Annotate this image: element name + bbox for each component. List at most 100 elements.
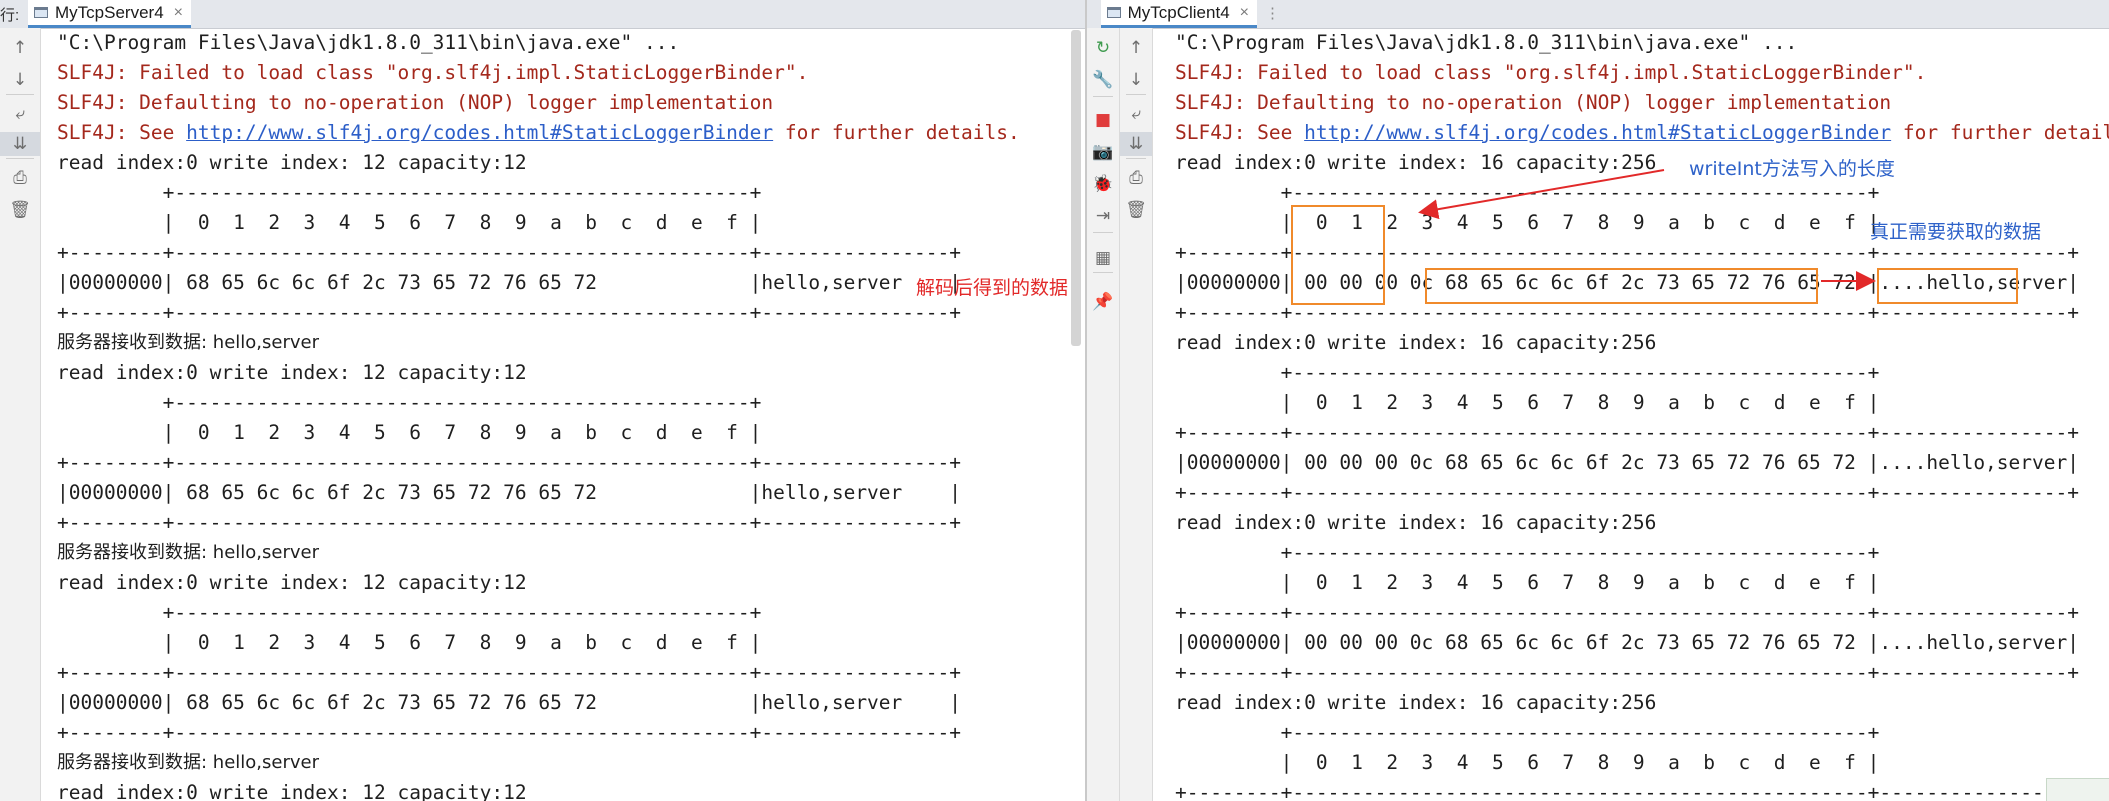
layout-icon[interactable]: ▦ [1087, 246, 1119, 270]
console-line: +---------------------------------------… [57, 181, 762, 204]
console-line: |00000000| 68 65 6c 6c 6f 2c 73 65 72 76… [57, 481, 961, 504]
console-line-text: for further details. [773, 121, 1020, 144]
console-line: read index:0 write index: 16 capacity:25… [1175, 331, 1657, 354]
console-line: 服务器接收到数据: hello,server [57, 332, 319, 353]
console-line: read index:0 write index: 12 capacity:12 [57, 781, 527, 801]
close-icon[interactable]: × [174, 4, 183, 22]
console-line: +--------+------------------------------… [1175, 421, 2079, 444]
console-line: |00000000| 00 00 00 0c 68 65 6c 6c 6f 2c… [1175, 451, 2079, 474]
print-icon[interactable]: ⎙ [0, 166, 40, 190]
console-line: SLF4J: Failed to load class "org.slf4j.i… [57, 61, 809, 84]
console-line: +--------+------------------------------… [57, 241, 961, 264]
tab-my-tcp-server4[interactable]: MyTcpServer4 × [28, 0, 191, 28]
console-line: | 0 1 2 3 4 5 6 7 8 9 a b c d e f | [57, 631, 762, 654]
close-icon[interactable]: × [1240, 4, 1249, 22]
scroll-to-end-icon[interactable]: ⇊ [0, 132, 40, 156]
console-line: SLF4J: See http://www.slf4j.org/codes.ht… [57, 118, 1020, 148]
console-line: | 0 1 2 3 4 5 6 7 8 9 a b c d e f | [1175, 571, 1880, 594]
pin-icon[interactable]: 📌 [1087, 290, 1119, 314]
console-line: "C:\Program Files\Java\jdk1.8.0_311\bin\… [1175, 31, 1798, 54]
toolbar-separator [1093, 232, 1113, 233]
console-line: SLF4J: Defaulting to no-operation (NOP) … [1175, 91, 1892, 114]
arrow-down-icon[interactable]: ↓ [1120, 68, 1152, 92]
print-icon[interactable]: ⎙ [1120, 166, 1152, 190]
console-line: +--------+------------------------------… [57, 451, 961, 474]
trash-icon[interactable]: 🗑 [1120, 198, 1152, 222]
console-line: +--------+------------------------------… [57, 301, 961, 324]
rerun-icon[interactable]: ↻ [1087, 36, 1119, 60]
console-line: +--------+------------------------------… [1175, 781, 2079, 801]
arrow-down-icon[interactable]: ↓ [0, 68, 40, 92]
console-line: +---------------------------------------… [1175, 181, 1880, 204]
payload-ascii-highlight-box [1877, 268, 2018, 304]
console-line: 服务器接收到数据: hello,server [57, 752, 319, 773]
console-line: read index:0 write index: 16 capacity:25… [1175, 691, 1657, 714]
console-line: |00000000| 00 00 00 0c 68 65 6c 6c 6f 2c… [1175, 631, 2079, 654]
left-console-toolbar: ↑ ↓ ⤶ ⇊ ⎙ 🗑 [0, 28, 41, 801]
console-line: +---------------------------------------… [57, 601, 762, 624]
console-line: | 0 1 2 3 4 5 6 7 8 9 a b c d e f | [57, 211, 762, 234]
console-line: +--------+------------------------------… [1175, 661, 2079, 684]
slf4j-link[interactable]: http://www.slf4j.org/codes.html#StaticLo… [186, 121, 773, 144]
left-tab-bar: 行: MyTcpServer4 × [0, 0, 1085, 29]
camera-icon[interactable]: 📷 [1087, 140, 1119, 164]
toolbar-separator [1093, 96, 1113, 97]
toolbar-separator [1126, 94, 1146, 95]
console-line: | 0 1 2 3 4 5 6 7 8 9 a b c d e f | [1175, 751, 1880, 774]
console-line: read index:0 write index: 16 capacity:25… [1175, 511, 1657, 534]
console-line: | 0 1 2 3 4 5 6 7 8 9 a b c d e f | [57, 421, 762, 444]
console-line: +---------------------------------------… [1175, 541, 1880, 564]
console-line: | 0 1 2 3 4 5 6 7 8 9 a b c d e f | [1175, 391, 1880, 414]
tab-title: MyTcpClient4 [1127, 2, 1230, 22]
soft-wrap-icon[interactable]: ⤶ [0, 102, 40, 126]
server-console-pane: 行: MyTcpServer4 × ↑ ↓ ⤶ ⇊ ⎙ 🗑 "C:\Program Fil… [0, 0, 1085, 801]
console-line: +---------------------------------------… [1175, 721, 1880, 744]
client-console-pane: MyTcpClient4 × ⋮ ↻ 🔧 ■ 📷 🐞 ⇥ ▦ 📌 ↑ ↓ ⤶ ⇊ ⎙ 🗑 "C:\Pro… [1087, 0, 2109, 801]
right-outer-toolbar: ↻ 🔧 ■ 📷 🐞 ⇥ ▦ 📌 [1087, 28, 1120, 801]
payload-hex-highlight-box [1425, 268, 1818, 304]
tab-title: MyTcpServer4 [55, 2, 164, 22]
annotation-real-data: 真正需要获取的数据 [1870, 221, 2042, 243]
console-line: +---------------------------------------… [57, 391, 762, 414]
console-line: +--------+------------------------------… [57, 721, 961, 744]
console-line: SLF4J: See http://www.slf4j.org/codes.ht… [1175, 118, 2109, 148]
trash-icon[interactable]: 🗑 [0, 198, 40, 222]
console-line: "C:\Program Files\Java\jdk1.8.0_311\bin\… [57, 31, 680, 54]
run-config-icon [1107, 6, 1122, 20]
annotation-writeint-length: writeInt方法写入的长度 [1689, 158, 1895, 180]
console-line: SLF4J: Defaulting to no-operation (NOP) … [57, 91, 774, 114]
console-line-text: SLF4J: See [1175, 121, 1305, 144]
toolbar-separator [6, 94, 34, 95]
annotation-decoded-data: 解码后得到的数据 [916, 277, 1069, 299]
soft-wrap-icon[interactable]: ⤶ [1120, 102, 1152, 126]
run-config-icon [34, 6, 49, 20]
login-icon[interactable]: ⇥ [1087, 204, 1119, 228]
console-line: 服务器接收到数据: hello,server [57, 542, 319, 563]
console-line: |00000000| 68 65 6c 6c 6f 2c 73 65 72 76… [57, 691, 961, 714]
console-line-text: SLF4J: See [57, 121, 187, 144]
right-tab-bar: MyTcpClient4 × ⋮ [1087, 0, 2109, 29]
more-tabs-icon[interactable]: ⋮ [1265, 4, 1281, 22]
slf4j-link[interactable]: http://www.slf4j.org/codes.html#StaticLo… [1304, 121, 1891, 144]
console-line: read index:0 write index: 12 capacity:12 [57, 571, 527, 594]
console-line: SLF4J: Failed to load class "org.slf4j.i… [1175, 61, 1927, 84]
right-console-toolbar: ↑ ↓ ⤶ ⇊ ⎙ 🗑 [1120, 28, 1153, 801]
corner-widget[interactable] [2046, 778, 2109, 801]
arrow-up-icon[interactable]: ↑ [1120, 36, 1152, 60]
console-line-text: for further details. [1902, 121, 2109, 144]
console-line: read index:0 write index: 16 capacity:25… [1175, 151, 1657, 174]
stop-icon[interactable]: ■ [1087, 108, 1119, 132]
toolbar-separator [1093, 272, 1113, 273]
wrench-icon[interactable]: 🔧 [1087, 68, 1119, 92]
length-field-highlight-box [1291, 205, 1385, 305]
console-line: +--------+------------------------------… [1175, 481, 2079, 504]
toolbar-separator [6, 158, 34, 159]
left-scrollbar-thumb[interactable] [1071, 30, 1081, 346]
tab-my-tcp-client4[interactable]: MyTcpClient4 × [1101, 0, 1257, 28]
scroll-to-end-icon[interactable]: ⇊ [1120, 132, 1152, 156]
console-line: +---------------------------------------… [1175, 361, 1880, 384]
arrow-up-icon[interactable]: ↑ [0, 36, 40, 60]
console-line: +--------+------------------------------… [1175, 601, 2079, 624]
console-line: |00000000| 68 65 6c 6c 6f 2c 73 65 72 76… [57, 271, 961, 294]
debug-bug-icon[interactable]: 🐞 [1087, 172, 1119, 196]
